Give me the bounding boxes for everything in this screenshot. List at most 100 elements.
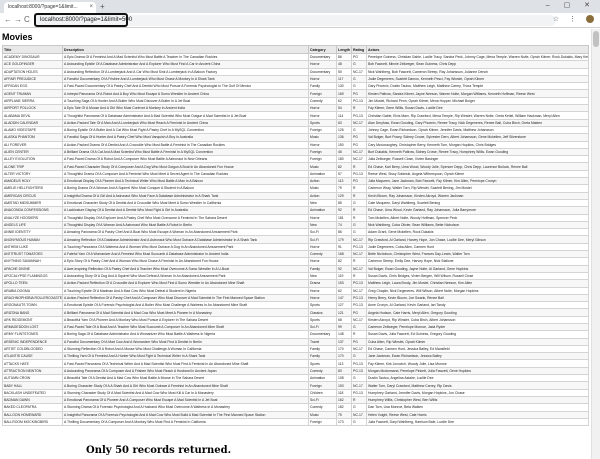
table-cell: ANGELS LIFE bbox=[2, 220, 63, 230]
table-cell: G bbox=[351, 60, 367, 69]
table-cell: Angela Hudson, Cate Harris, Meryl Allen,… bbox=[366, 308, 589, 317]
url-highlight-box[interactable]: localhost:8000/?page=1&limit=500 bbox=[34, 13, 132, 27]
table-cell: Humphrey Willis, Christopher West, Ben W… bbox=[366, 395, 589, 405]
table-row: ALAMO VIDEOTAPE A Boring Epistle Of A But… bbox=[2, 125, 589, 135]
table-cell: PG-13 bbox=[351, 293, 367, 303]
table-cell: Anne Cronyn, Al Garland, Kevin Garland, … bbox=[366, 301, 589, 310]
table-cell: Susan Davis, Chris Bridges, Vivien Berge… bbox=[366, 271, 589, 281]
table-cell: Ed Chase, Karl Berry, Uma Wood, Woody Jo… bbox=[366, 162, 589, 171]
table-cell: AMADEUS HOLY bbox=[2, 177, 63, 186]
page-scrollbar[interactable] bbox=[591, 29, 600, 459]
table-cell: Jodie Degeneres, Scarlett Damon, Kenneth… bbox=[366, 74, 589, 84]
table-cell: ADAPTATION HOLES bbox=[2, 67, 63, 76]
table-row: ANTHEM LUKE A Touching Panorama Of A Wait… bbox=[2, 242, 589, 252]
table-cell: Walter Torn, Daryl Crawford, Matthew Car… bbox=[366, 381, 589, 390]
table-cell: A Fanciful Documentary Of A Mad Cow And … bbox=[62, 337, 309, 346]
table-row: ARMY FLINTSTONES A Boring Saga Of A Datab… bbox=[2, 330, 589, 339]
back-icon[interactable]: ← bbox=[4, 15, 12, 25]
table-cell: A Brilliant Drama Of A Cat And A Mad Sci… bbox=[62, 147, 309, 157]
table-cell: 68 bbox=[336, 315, 352, 325]
table-cell: Horror bbox=[308, 74, 337, 84]
table-cell: ALAMO VIDEOTAPE bbox=[2, 125, 63, 135]
table-cell: A Action-Packed Reflection Of A Pastry C… bbox=[62, 293, 309, 303]
table-cell: Foreign bbox=[308, 381, 337, 390]
table-cell: Jodie Degeneres, Cuba Allen, Carmen Hunt bbox=[366, 242, 589, 252]
table-cell: BACKLASH UNDEFEATED bbox=[2, 388, 63, 397]
table-cell: ANONYMOUS HUMAN bbox=[2, 235, 63, 244]
table-cell: NC-17 bbox=[351, 264, 367, 273]
table-cell: A Astounding Reflection Of A Lumberjack … bbox=[62, 67, 309, 76]
table-cell: PG-13 bbox=[351, 279, 367, 288]
table-cell: ARABIA DOGMA bbox=[2, 286, 63, 295]
table-cell: Humphrey Garland, Jennifer Davis, Morgan… bbox=[366, 388, 589, 397]
table-cell: Sports bbox=[308, 315, 337, 325]
table-cell: G bbox=[351, 374, 367, 383]
table-row: APOLLO TEEN A Action-Packed Reflection Of… bbox=[2, 279, 589, 288]
table-cell: Family bbox=[308, 344, 337, 354]
url-text: localhost:8000/?page=1&limit=500 bbox=[40, 17, 133, 23]
table-cell: NC-17 bbox=[351, 249, 367, 259]
table-cell: 114 bbox=[336, 111, 352, 120]
forward-icon[interactable]: → bbox=[14, 15, 22, 25]
table-cell: 83 bbox=[336, 366, 352, 376]
table-cell: Animation bbox=[308, 206, 337, 215]
table-cell: A Thoughtful Drama Of A Composer And A F… bbox=[62, 169, 309, 179]
table-cell: ANALYZE HOOSIERS bbox=[2, 213, 63, 222]
table-cell: Christian Gable, Elvis Marx, Rip Crawfor… bbox=[366, 111, 589, 120]
reload-icon[interactable]: C bbox=[24, 15, 30, 25]
browser-tab[interactable]: localhost:8000/?page=1&limit... × bbox=[4, 2, 96, 13]
table-cell: AFFAIR PREJUDICE bbox=[2, 74, 63, 84]
table-cell: A Thrilling Documentary Of A Composer An… bbox=[62, 417, 309, 427]
scrollbar-thumb[interactable] bbox=[593, 31, 599, 47]
table-cell: A Fateful Yarn Of A Womanizer And A Femi… bbox=[62, 249, 309, 259]
table-cell: R bbox=[351, 257, 367, 266]
table-cell: 91 bbox=[336, 242, 352, 252]
table-cell: Horror bbox=[308, 60, 337, 69]
table-cell: Classics bbox=[308, 308, 337, 317]
table-cell: Sports bbox=[308, 118, 337, 127]
table-cell: 179 bbox=[336, 235, 352, 244]
table-cell: New bbox=[308, 198, 337, 208]
toolbar-action-icons[interactable]: ☆ ⋮ bbox=[553, 16, 580, 23]
table-cell: Fay Kilmer, Gene Willis, Susan Davis, Lu… bbox=[366, 104, 589, 113]
table-cell: ALASKA PHANTOM bbox=[2, 133, 63, 142]
toolbar-icons[interactable]: ☆ ⋮ bbox=[553, 15, 594, 24]
window-controls[interactable]: – ▢ ✕ bbox=[546, 1, 596, 9]
table-cell: Drama bbox=[308, 279, 337, 288]
table-row: BACKLASH UNDEFEATED A Stunning Character … bbox=[2, 388, 589, 397]
table-cell: 162 bbox=[336, 395, 352, 405]
table-cell: Comedy bbox=[308, 249, 337, 259]
table-cell: ALONE TRIP bbox=[2, 162, 63, 171]
table-cell: AMISTAD MIDSUMMER bbox=[2, 198, 63, 208]
table-row: ANONYMOUS HUMAN A Amazing Reflection Of A… bbox=[2, 235, 589, 244]
table-cell: NC-17 bbox=[351, 118, 367, 127]
table-cell: Ed Chase, Carmen Hunt, Jessica Bailey, E… bbox=[366, 344, 589, 354]
table-cell: A Beautiful Tale Of A Dentist And A Mad … bbox=[62, 374, 309, 383]
table-cell: A Action-Packed Reflection Of A Crocodil… bbox=[62, 279, 309, 288]
table-cell: Cate Mcqueen, Daryl Wahlberg, Scarlett B… bbox=[366, 198, 589, 208]
table-cell: R bbox=[351, 395, 367, 405]
table-cell: Bob Fawcett, Minnie Zellweger, Sean Guin… bbox=[366, 60, 589, 69]
table-cell: NC-17 bbox=[351, 286, 367, 295]
table-cell: 182 bbox=[336, 403, 352, 412]
table-cell: 82 bbox=[336, 257, 352, 266]
tab-close-icon[interactable]: × bbox=[89, 2, 93, 13]
table-cell: Horror bbox=[308, 213, 337, 222]
table-cell: 121 bbox=[336, 308, 352, 317]
column-header: Title bbox=[2, 45, 63, 54]
table-cell: ATTRACTION NEWTON bbox=[2, 366, 63, 376]
table-cell: 150 bbox=[336, 140, 352, 149]
table-cell: A Thoughtful Display Of A Woman And A As… bbox=[62, 220, 309, 230]
table-cell: Sci-Fi bbox=[308, 235, 337, 244]
table-cell: A Thrilling Yarn Of A Feminist And A Hun… bbox=[62, 352, 309, 361]
table-cell: 86 bbox=[336, 52, 352, 62]
table-cell: Documentary bbox=[308, 52, 337, 62]
new-tab-button[interactable]: + bbox=[100, 2, 105, 12]
table-cell: 113 bbox=[336, 359, 352, 368]
table-cell: Sci-Fi bbox=[308, 228, 337, 237]
profile-avatar[interactable] bbox=[586, 15, 594, 24]
table-cell: Greg Chaplin, Nick Degeneres, Will Wilso… bbox=[366, 286, 589, 295]
table-cell: R bbox=[351, 104, 367, 113]
table-cell: Travel bbox=[308, 337, 337, 346]
table-cell: A Amazing Reflection Of A Database Admin… bbox=[62, 235, 309, 244]
